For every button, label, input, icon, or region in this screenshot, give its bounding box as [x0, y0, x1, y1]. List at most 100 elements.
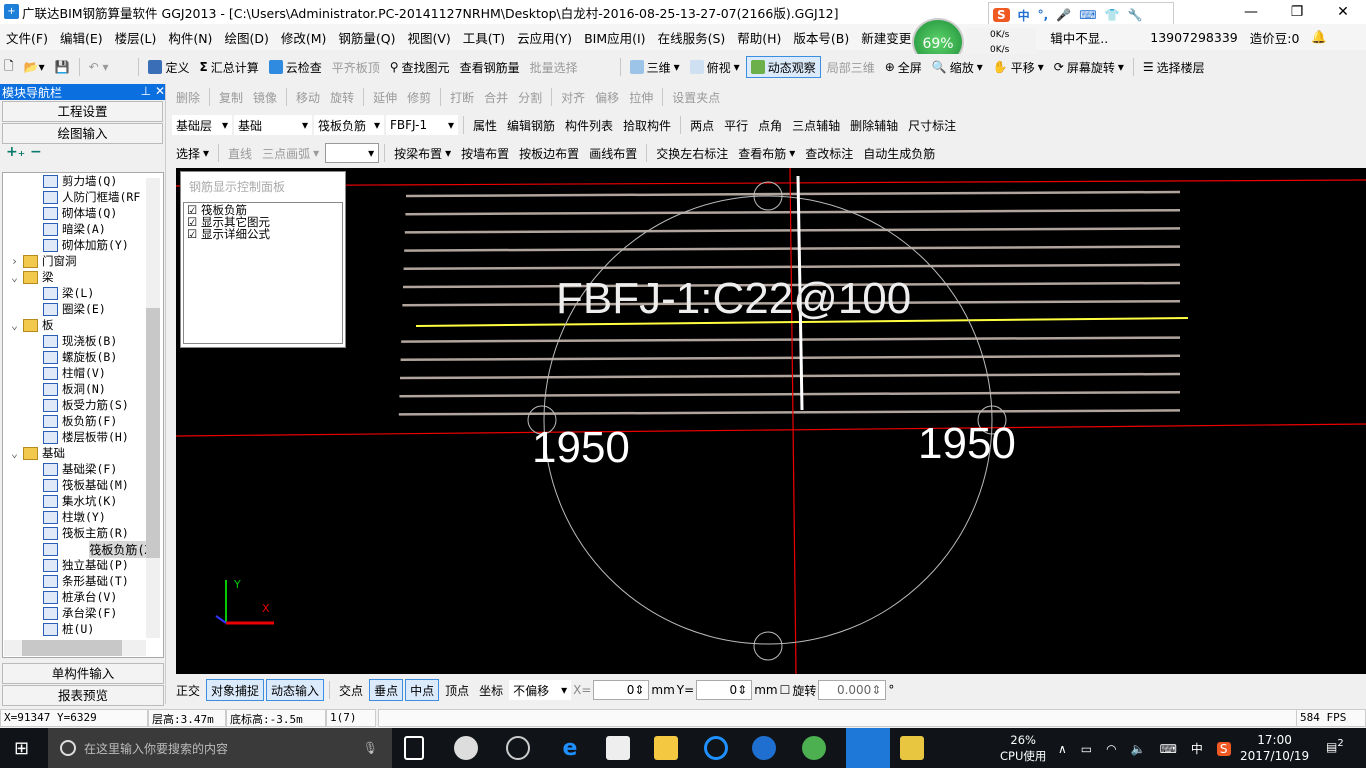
menu-bim[interactable]: BIM应用(I) — [578, 28, 652, 47]
component-list-button[interactable]: 构件列表 — [561, 117, 617, 134]
app-notify-icon[interactable] — [506, 736, 530, 760]
mirror-button[interactable]: 镜像 — [249, 89, 281, 106]
rotate-checkbox[interactable]: ☐ — [780, 683, 791, 697]
microphone-icon[interactable]: 🎤 — [1056, 8, 1071, 22]
task-view-icon[interactable] — [404, 736, 424, 760]
menu-notice[interactable]: 辑中不显.. — [1044, 28, 1114, 47]
rebar-label[interactable]: FBFJ-1:C22@100 — [556, 274, 911, 323]
three-point-axis-button[interactable]: 三点辅轴 — [788, 117, 844, 134]
close-button[interactable]: ✕ — [1320, 0, 1366, 24]
tree-item[interactable]: 筏板主筋(R) — [3, 525, 163, 541]
user-account[interactable]: 13907298339 — [1144, 30, 1243, 45]
ggj-app-task[interactable] — [846, 728, 890, 768]
dynamic-input-button[interactable]: 动态输入 — [266, 679, 325, 701]
component-select[interactable]: FBFJ-1 ▾ — [386, 115, 458, 135]
coordinate-button[interactable]: 坐标 — [475, 682, 507, 699]
x-input[interactable]: 0 ⇕ — [593, 680, 650, 700]
ime-punct[interactable]: °, — [1038, 8, 1049, 22]
parallel-button[interactable]: 平行 — [720, 117, 752, 134]
menu-edit[interactable]: 编辑(E) — [54, 28, 109, 47]
chevron-down-icon[interactable]: ⌄ — [11, 446, 23, 460]
menu-help[interactable]: 帮助(H) — [731, 28, 787, 47]
tree-item[interactable]: 柱帽(V) — [3, 365, 163, 381]
drawing-input-button[interactable]: 绘图输入 — [2, 123, 163, 144]
y-input[interactable]: 0 ⇕ — [696, 680, 753, 700]
tree-folder[interactable]: ⌄ 梁 — [3, 269, 163, 285]
store-icon[interactable] — [606, 736, 630, 760]
tree-item[interactable]: 砌体墙(Q) — [3, 205, 163, 221]
menu-tools[interactable]: 工具(T) — [457, 28, 511, 47]
rebar-line[interactable] — [400, 354, 1181, 362]
panel-checkbox-item[interactable]: ☑ 显示详细公式 — [187, 228, 339, 240]
ime-indicator[interactable]: 中 — [1191, 740, 1203, 757]
rebar-line[interactable] — [398, 409, 1181, 416]
place-by-beam-button[interactable]: 按梁布置 ▾ — [390, 145, 455, 162]
tree-folder[interactable]: › 门窗洞 — [3, 253, 163, 269]
align-button[interactable]: 对齐 — [557, 89, 589, 106]
arc-button[interactable]: 三点画弧 ▾ — [258, 145, 323, 162]
object-snap-button[interactable]: 对象捕捉 — [206, 679, 265, 701]
orthogonal-button[interactable]: 正交 — [172, 682, 204, 699]
ie-icon[interactable] — [704, 736, 728, 760]
save-button[interactable]: 💾 — [51, 60, 74, 74]
clock[interactable]: 17:00 2017/10/19 — [1240, 732, 1309, 764]
edit-label-button[interactable]: 查改标注 — [801, 145, 857, 162]
file-explorer-icon[interactable] — [654, 736, 678, 760]
zoom-button[interactable]: 🔍 缩放 ▾ — [928, 59, 987, 76]
tree-item[interactable]: 砌体加筋(Y) — [3, 237, 163, 253]
align-slab-top-button[interactable]: 平齐板顶 — [328, 59, 384, 76]
break-button[interactable]: 打断 — [446, 89, 478, 106]
screen-rotate-button[interactable]: ⟳ 屏幕旋转 ▾ — [1050, 59, 1128, 76]
action-center-icon[interactable]: ▤2 — [1326, 738, 1344, 754]
ime-lang[interactable]: 中 — [1018, 7, 1030, 24]
fullscreen-button[interactable]: ⊕ 全屏 — [881, 59, 926, 76]
trim-button[interactable]: 修剪 — [403, 89, 435, 106]
rebar-line[interactable] — [403, 263, 1181, 271]
glodon-icon[interactable] — [752, 736, 776, 760]
menu-new-change[interactable]: 新建变更 — [855, 28, 917, 47]
fan-app-icon[interactable] — [454, 736, 478, 760]
microphone-icon[interactable]: 🎙 — [363, 741, 378, 755]
offset-select[interactable]: 不偏移 ▾ — [509, 680, 572, 700]
rebar-line[interactable] — [404, 227, 1181, 234]
tree-item[interactable]: 现浇板(B) — [3, 333, 163, 349]
dim-right[interactable]: 1950 — [918, 419, 1016, 468]
tree-item[interactable]: 板受力筋(S) — [3, 397, 163, 413]
tree-vscrollbar[interactable] — [146, 178, 160, 638]
tree-item[interactable]: 楼层板带(H) — [3, 429, 163, 445]
bell-icon[interactable]: 🔔 — [1305, 29, 1333, 45]
dimension-button[interactable]: 尺寸标注 — [904, 117, 960, 134]
tree-item[interactable]: 柱墩(Y) — [3, 509, 163, 525]
select-floor-button[interactable]: ☰ 选择楼层 — [1139, 59, 1209, 76]
category-select[interactable]: 基础 ▾ — [234, 115, 312, 135]
tree-item[interactable]: 筏板负筋(X) — [3, 540, 163, 558]
tree-folder[interactable]: ⌄ 基础 — [3, 445, 163, 461]
cost-beans[interactable]: 造价豆:0 — [1244, 28, 1306, 47]
rebar-line[interactable] — [401, 336, 1181, 343]
volume-icon[interactable]: 🔈 — [1131, 742, 1146, 756]
offset-button[interactable]: 偏移 — [591, 89, 623, 106]
tree-item[interactable]: 桩承台(V) — [3, 589, 163, 605]
define-button[interactable]: 定义 — [144, 59, 193, 76]
auto-generate-button[interactable]: 自动生成负筋 — [859, 145, 939, 162]
place-by-wall-button[interactable]: 按墙布置 — [457, 145, 513, 162]
tree-item[interactable]: 桩(U) — [3, 621, 163, 637]
report-preview-button[interactable]: 报表预览 — [2, 685, 164, 706]
split-button[interactable]: 分割 — [514, 89, 546, 106]
point-angle-button[interactable]: 点角 — [754, 117, 786, 134]
rebar-line[interactable] — [405, 190, 1181, 198]
undo-button[interactable]: ↶ ▾ — [85, 60, 113, 74]
minimize-button[interactable]: — — [1228, 0, 1274, 24]
copy-button[interactable]: 复制 — [215, 89, 247, 106]
draw-line-place-button[interactable]: 画线布置 — [585, 145, 641, 162]
single-component-input-button[interactable]: 单构件输入 — [2, 663, 164, 684]
delete-axis-button[interactable]: 删除辅轴 — [846, 117, 902, 134]
find-element-button[interactable]: ⚲ 查找图元 — [386, 59, 454, 76]
edit-rebar-button[interactable]: 编辑钢筋 — [503, 117, 559, 134]
green-app-icon[interactable] — [802, 736, 826, 760]
place-by-slab-edge-button[interactable]: 按板边布置 — [515, 145, 583, 162]
checkbox-icon[interactable]: ☑ — [187, 227, 197, 241]
tree-item[interactable]: 剪力墙(Q) — [3, 173, 163, 189]
search-box[interactable]: 在这里输入你要搜索的内容 🎙 — [48, 728, 392, 768]
keyboard-icon[interactable]: ⌨ — [1160, 742, 1177, 756]
